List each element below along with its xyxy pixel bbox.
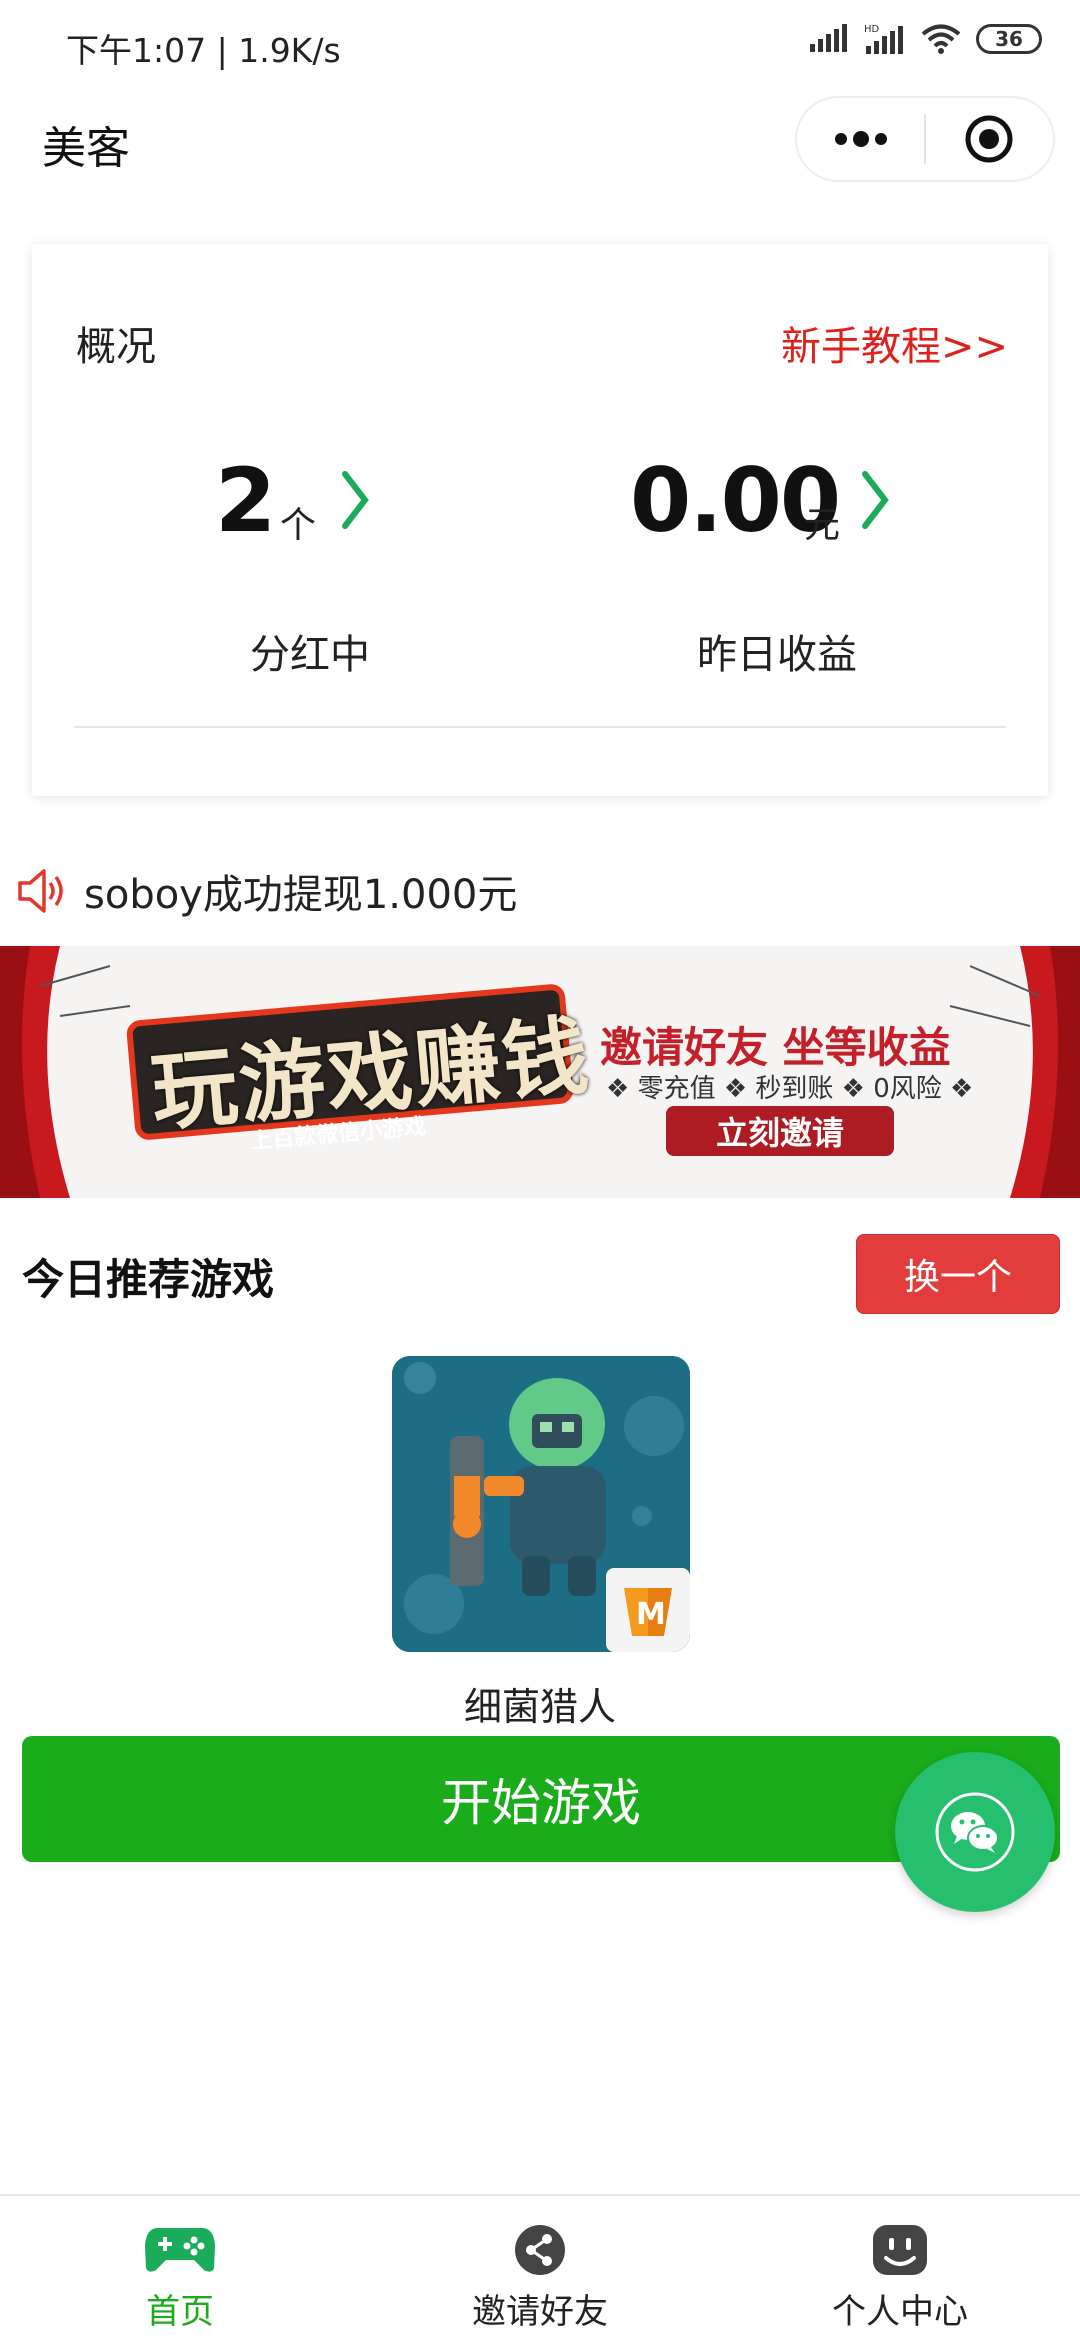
- tab-invite[interactable]: 邀请好友: [360, 2196, 720, 2342]
- mini-program-capsule: [795, 96, 1055, 182]
- status-time: 下午1:07 | 1.9K/s: [66, 31, 341, 70]
- banner-headline: 邀请好友 坐等收益: [600, 1023, 951, 1072]
- dividend-unit: 个: [280, 505, 317, 546]
- overview-card: 概况 新手教程>> 2 个 分红中 0.00 元 昨日收益: [32, 244, 1048, 796]
- bacteria-hunter-icon: M: [392, 1356, 690, 1652]
- speaker-icon: [18, 869, 63, 913]
- invite-banner[interactable]: 玩游戏赚钱 上百款微信小游戏 邀请好友 坐等收益 ❖ 零充值 ❖ 秒到账 ❖ 0…: [0, 946, 1080, 1198]
- chevron-right-icon[interactable]: [340, 470, 370, 530]
- more-button[interactable]: [797, 98, 924, 180]
- tutorial-link[interactable]: 新手教程>>: [781, 314, 1008, 372]
- swap-game-button[interactable]: 换一个: [856, 1234, 1060, 1314]
- share-icon: [515, 2225, 565, 2275]
- status-icons: HD 36: [808, 22, 1042, 56]
- earnings-label: 昨日收益: [697, 632, 857, 678]
- signal-icon: [810, 24, 847, 52]
- page-title: 美客: [42, 123, 130, 174]
- battery-icon: 36: [976, 24, 1042, 54]
- earnings-unit: 元: [804, 505, 841, 546]
- more-dots-icon: [834, 131, 887, 147]
- chevron-right-icon[interactable]: [860, 470, 890, 530]
- invite-now-button[interactable]: 立刻邀请: [666, 1106, 894, 1156]
- tab-home[interactable]: 首页: [0, 2196, 360, 2342]
- svg-text:HD: HD: [864, 24, 880, 35]
- wifi-icon: [921, 24, 961, 54]
- recommend-title: 今日推荐游戏: [22, 1255, 275, 1304]
- profile-icon: [873, 2225, 927, 2275]
- game-thumbnail[interactable]: M: [392, 1356, 690, 1652]
- curtain-left-icon: [0, 946, 131, 1198]
- tab-home-label: 首页: [146, 2292, 214, 2332]
- tab-bar: 首页 邀请好友 个人中心: [0, 2194, 1080, 2340]
- gamepad-icon: [145, 2228, 215, 2272]
- signal-hd-icon: HD: [864, 24, 903, 54]
- overview-title: 概况: [76, 324, 156, 370]
- svg-text:M: M: [636, 1597, 666, 1632]
- notice-text: soboy成功提现1.000元: [84, 872, 518, 918]
- tab-profile[interactable]: 个人中心: [720, 2196, 1080, 2342]
- withdraw-notice: soboy成功提现1.000元: [16, 862, 517, 920]
- wechat-icon: [935, 1792, 1015, 1872]
- wechat-contact-button[interactable]: [895, 1752, 1055, 1912]
- tab-invite-label: 邀请好友: [472, 2292, 608, 2332]
- close-button[interactable]: [926, 98, 1053, 180]
- status-bar: 下午1:07 | 1.9K/s HD 36: [0, 0, 1080, 90]
- dividend-count[interactable]: 2: [215, 449, 276, 552]
- dividend-label: 分红中: [250, 632, 370, 678]
- tab-profile-label: 个人中心: [832, 2292, 968, 2332]
- banner-features: ❖ 零充值 ❖ 秒到账 ❖ 0风险 ❖: [606, 1074, 974, 1104]
- target-icon: [965, 115, 1013, 163]
- card-divider: [74, 726, 1006, 728]
- game-name: 细菌猎人: [463, 1685, 616, 1729]
